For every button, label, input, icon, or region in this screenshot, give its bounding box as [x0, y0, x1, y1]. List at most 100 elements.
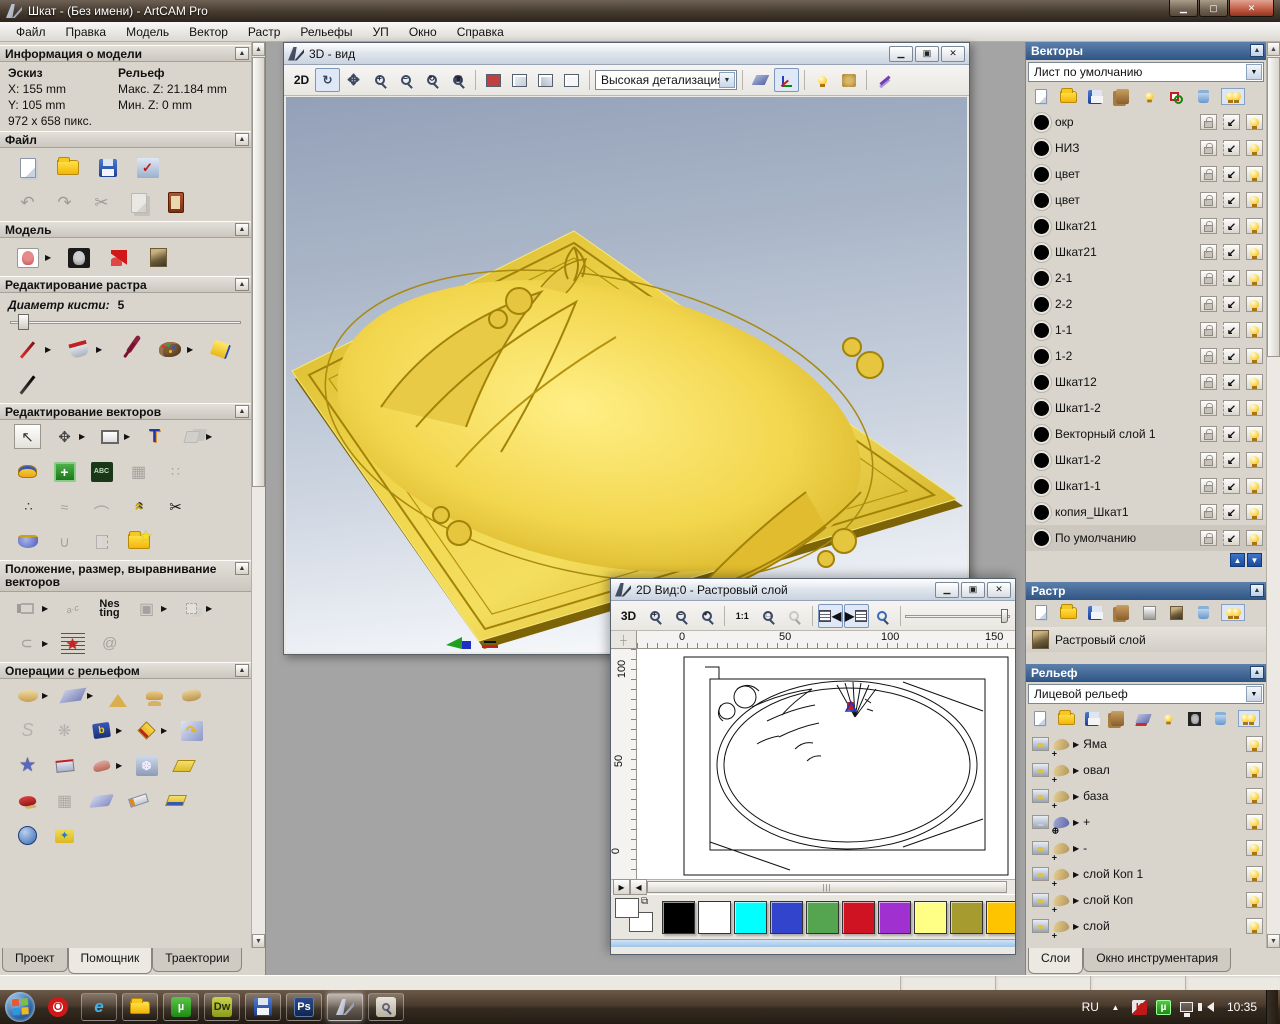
scroll-thumb[interactable] [252, 57, 265, 487]
snap-layer-button[interactable] [1223, 400, 1240, 416]
vector-layer-row[interactable]: Шкат1-2 [1026, 447, 1266, 473]
lock-layer-button[interactable] [1200, 322, 1217, 338]
vector-edit-header[interactable]: Редактирование векторов ▲ [0, 403, 251, 420]
relief-ops-header[interactable]: Операции с рельефом ▲ [0, 662, 251, 679]
scroll-up-button[interactable]: ▲ [1267, 42, 1280, 56]
vector-layer-row[interactable]: 1-2 [1026, 343, 1266, 369]
sheet-dropdown[interactable]: Лист по умолчанию▼ [1028, 62, 1264, 82]
zoom-object-button[interactable]: ↻ [419, 68, 444, 92]
layer-colour-swatch[interactable] [1034, 505, 1049, 520]
zoom-100-button[interactable]: 1:1 [730, 604, 755, 628]
measure-icon[interactable] [14, 459, 41, 484]
lock-layer-button[interactable] [1200, 244, 1217, 260]
layer-colour-swatch[interactable] [1034, 323, 1049, 338]
layer-visibility-button[interactable] [1246, 400, 1263, 416]
save-model-icon[interactable] [94, 155, 121, 180]
palette-swatch[interactable] [734, 901, 767, 934]
collapse-section-button[interactable]: ▲ [235, 47, 249, 60]
vectors-section-header[interactable]: Векторы ▲ [1026, 42, 1266, 60]
snap-layer-button[interactable] [1223, 322, 1240, 338]
menu-item[interactable]: Окно [399, 23, 447, 41]
vector-layer-row[interactable]: НИЗ [1026, 135, 1266, 161]
texture-toggle-button[interactable] [836, 68, 861, 92]
zoom-extents-button[interactable]: ▣ [445, 68, 470, 92]
flyout-arrow-icon[interactable]: ▶ [206, 604, 213, 613]
layer-colour-swatch[interactable] [1034, 115, 1049, 130]
switch-3d-button[interactable]: 3D [616, 604, 641, 628]
restore-button[interactable]: ▣ [961, 582, 985, 598]
layer-colour-swatch[interactable] [1034, 271, 1049, 286]
snap-layer-button[interactable] [1223, 192, 1240, 208]
lock-layer-button[interactable] [1200, 400, 1217, 416]
expand-arrow-icon[interactable]: ▶ [1073, 740, 1079, 749]
layer-visibility-button[interactable] [1246, 244, 1263, 260]
fill-region-icon[interactable] [207, 337, 234, 362]
zoom-out-button[interactable]: − [668, 604, 693, 628]
colour-picker-icon[interactable] [116, 337, 143, 362]
open-raster-icon[interactable] [1059, 604, 1077, 621]
layer-colour-swatch[interactable] [1034, 349, 1049, 364]
delete-relief-icon[interactable] [1212, 710, 1229, 727]
add-relief-icon[interactable] [104, 683, 131, 708]
layer-colour-swatch[interactable] [1034, 193, 1049, 208]
adjust-model-icon[interactable] [14, 245, 41, 270]
paste-along-curve-icon[interactable]: ∷ [162, 459, 189, 484]
flyout-arrow-icon[interactable]: ▶ [116, 726, 123, 735]
palette-swatch[interactable] [806, 901, 839, 934]
create-plane-icon[interactable] [59, 683, 86, 708]
model-info-header[interactable]: Информация о модели ▲ [0, 45, 251, 62]
arc-editor-icon[interactable]: ( [88, 494, 115, 519]
layer-visibility-button[interactable] [1246, 192, 1263, 208]
layers-panel-scrollbar[interactable]: ▲ ▼ [1266, 42, 1280, 975]
snap-layer-button[interactable] [1223, 296, 1240, 312]
new-relief-icon[interactable] [1032, 710, 1049, 727]
layer-visibility-button[interactable] [1246, 114, 1263, 130]
draft-toggle-button[interactable] [748, 68, 773, 92]
scroll-down-button[interactable]: ▼ [1267, 934, 1280, 948]
new-raster-icon[interactable] [1032, 604, 1050, 621]
volume-icon[interactable] [1202, 1002, 1214, 1012]
relief-visibility-button[interactable] [1246, 788, 1263, 804]
expand-arrow-icon[interactable]: ▶ [1073, 870, 1079, 879]
flyout-arrow-icon[interactable]: ▶ [206, 432, 213, 441]
relief-book-icon[interactable]: b [88, 718, 115, 743]
assistant-tab[interactable]: Траектории [152, 948, 242, 972]
lock-layer-button[interactable] [1200, 348, 1217, 364]
undo-icon[interactable]: ↶ [14, 190, 41, 215]
collapse-section-button[interactable]: ▲ [1250, 666, 1264, 679]
distort-grid-icon[interactable]: ▦ [125, 459, 152, 484]
layer-visibility-button[interactable] [1246, 296, 1263, 312]
scroll-thumb[interactable] [1267, 57, 1280, 357]
flyout-arrow-icon[interactable]: ▶ [45, 345, 52, 354]
internet-explorer-icon[interactable]: e [81, 993, 117, 1021]
layer-visibility-button[interactable] [1246, 530, 1263, 546]
combine-mode-icon[interactable] [1052, 919, 1070, 933]
lock-layer-button[interactable] [1200, 530, 1217, 546]
sculpt-relief-icon[interactable] [162, 788, 189, 813]
open-relief-icon[interactable] [1058, 710, 1075, 727]
vector-layer-row[interactable]: Шкат1-1 [1026, 473, 1266, 499]
vector-shapes-icon[interactable] [1167, 88, 1185, 105]
palette-icon[interactable] [156, 337, 183, 362]
layer-visibility-button[interactable] [1246, 218, 1263, 234]
dreamweaver-icon[interactable]: Dw [204, 993, 240, 1021]
snap-layer-button[interactable] [1223, 166, 1240, 182]
relief-visibility-button[interactable] [1246, 840, 1263, 856]
clock[interactable]: 10:35 [1227, 1000, 1257, 1014]
flyout-arrow-icon[interactable]: ▶ [96, 345, 103, 354]
trim-vectors-icon[interactable]: » [125, 494, 152, 519]
collapse-section-button[interactable]: ▲ [235, 223, 249, 236]
brush-diameter-slider[interactable] [10, 314, 241, 330]
merge-relief-icon[interactable] [178, 683, 205, 708]
save-tool-icon[interactable] [245, 993, 281, 1021]
save-raster-icon[interactable] [1086, 604, 1104, 621]
lock-layer-button[interactable] [1200, 140, 1217, 156]
vector-wizard-icon[interactable]: ★ [125, 529, 152, 554]
vector-layer-row[interactable]: цвет [1026, 187, 1266, 213]
text-table-icon[interactable]: ABC [88, 459, 115, 484]
layer-visibility-button[interactable] [1246, 374, 1263, 390]
snap-layer-button[interactable] [1223, 140, 1240, 156]
flyout-arrow-icon[interactable]: ▶ [42, 604, 49, 613]
reset-relief-icon[interactable] [14, 788, 41, 813]
combine-mode-icon[interactable] [1052, 893, 1070, 907]
